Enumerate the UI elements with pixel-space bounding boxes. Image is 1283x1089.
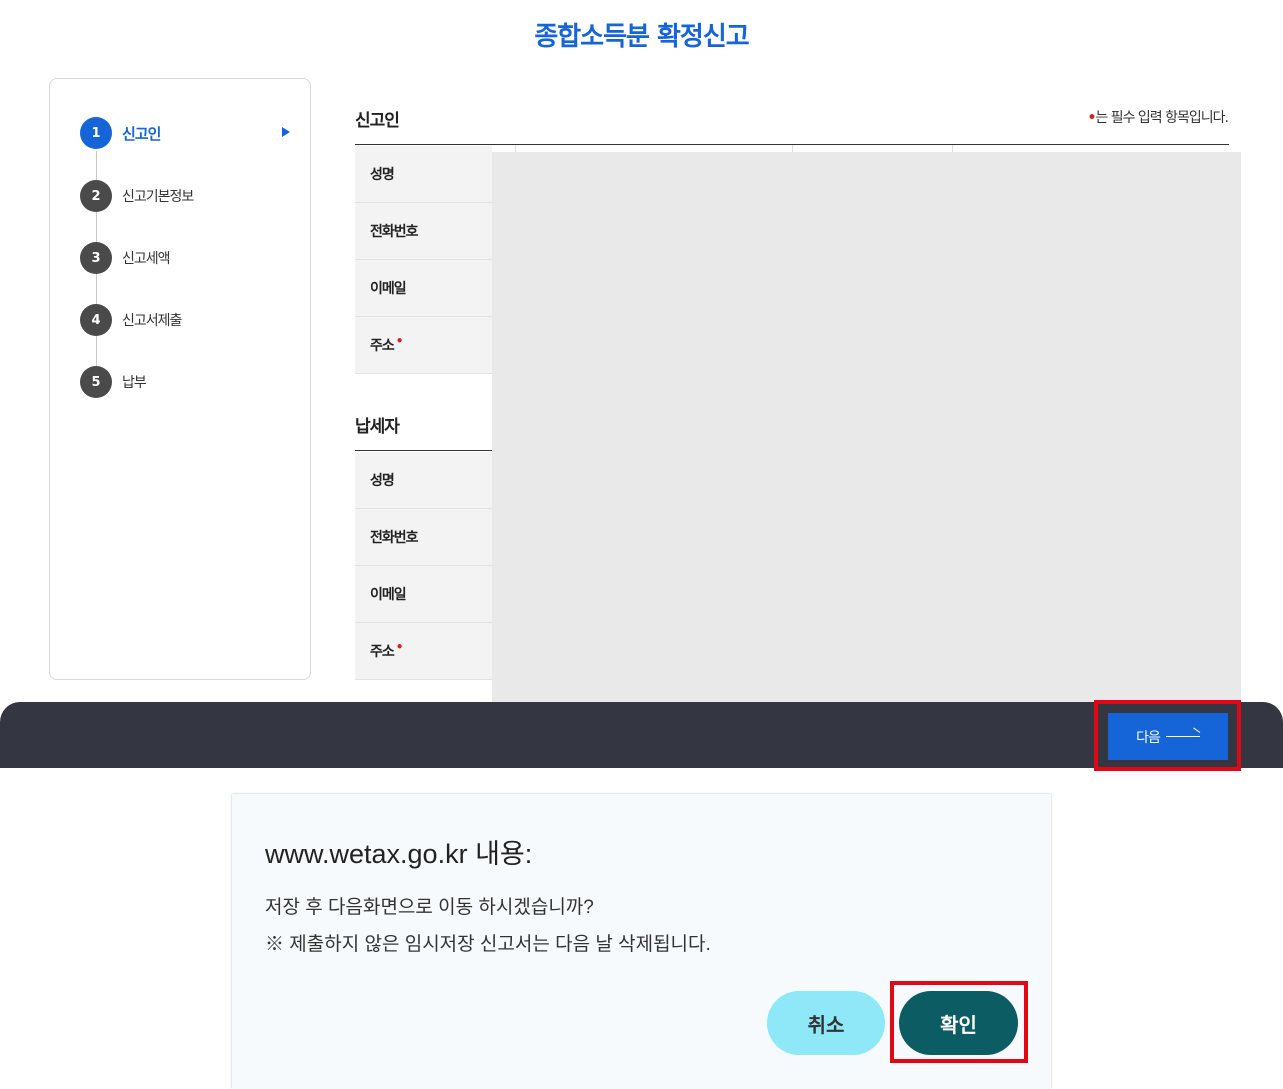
dialog-message-line2: ※ 제출하지 않은 임시저장 신고서는 다음 날 삭제됩니다.	[265, 934, 711, 955]
current-step-arrow-icon	[282, 127, 290, 137]
step-3[interactable]: 3 신고세액	[80, 242, 290, 274]
step-label: 신고기본정보	[122, 189, 194, 205]
arrow-right-icon	[1165, 736, 1200, 737]
confirm-dialog: www.wetax.go.kr 내용: 저장 후 다음화면으로 이동 하시겠습니…	[232, 794, 1051, 1089]
step-label: 신고서제출	[122, 313, 182, 329]
taxpayer-section-title: 납세자	[355, 417, 400, 437]
taxpayer-address-label: 주소 •	[355, 623, 492, 680]
ok-button[interactable]: 확인	[899, 991, 1018, 1055]
taxpayer-email-label: 이메일	[355, 566, 492, 623]
reporter-section-title: 신고인	[355, 111, 400, 131]
step-5[interactable]: 5 납부	[80, 366, 290, 398]
step-number: 5	[80, 366, 112, 398]
page-title: 종합소득분 확정신고	[534, 22, 749, 52]
next-button[interactable]: 다음	[1108, 713, 1228, 760]
step-number: 3	[80, 242, 112, 274]
required-dot-icon: •	[395, 640, 404, 654]
step-label: 신고세액	[122, 251, 171, 267]
reporter-phone-label: 전화번호	[355, 203, 492, 260]
step-number: 1	[80, 117, 112, 149]
reporter-name-label: 성명	[355, 146, 492, 203]
footer-bar	[0, 702, 1283, 768]
step-label: 신고인	[122, 124, 161, 143]
cancel-button[interactable]: 취소	[767, 991, 885, 1055]
reporter-address-label: 주소 •	[355, 317, 492, 374]
taxpayer-phone-label: 전화번호	[355, 509, 492, 566]
required-fields-note: •는 필수 입력 항목입니다.	[1087, 107, 1229, 127]
step-number: 2	[80, 180, 112, 212]
step-4[interactable]: 4 신고서제출	[80, 304, 290, 336]
dialog-title: www.wetax.go.kr 내용:	[265, 839, 533, 869]
reporter-email-label: 이메일	[355, 260, 492, 317]
taxpayer-name-label: 성명	[355, 452, 492, 509]
next-button-label: 다음	[1136, 729, 1161, 746]
required-dot-icon: •	[395, 334, 404, 348]
step-label: 납부	[122, 375, 147, 391]
taxpayer-divider	[355, 450, 492, 451]
page: 종합소득분 확정신고 1 신고인 2 신고기본정보 3 신고세액 4 신고서제출…	[0, 0, 1283, 1089]
step-2[interactable]: 2 신고기본정보	[80, 180, 290, 212]
form-input-overlay	[492, 152, 1241, 704]
step-number: 4	[80, 304, 112, 336]
dialog-message-line1: 저장 후 다음화면으로 이동 하시겠습니까?	[265, 897, 594, 918]
step-sidebar: 1 신고인 2 신고기본정보 3 신고세액 4 신고서제출 5 납부	[49, 78, 311, 680]
step-1[interactable]: 1 신고인	[80, 117, 290, 149]
required-note-text: 는 필수 입력 항목입니다.	[1095, 110, 1229, 126]
